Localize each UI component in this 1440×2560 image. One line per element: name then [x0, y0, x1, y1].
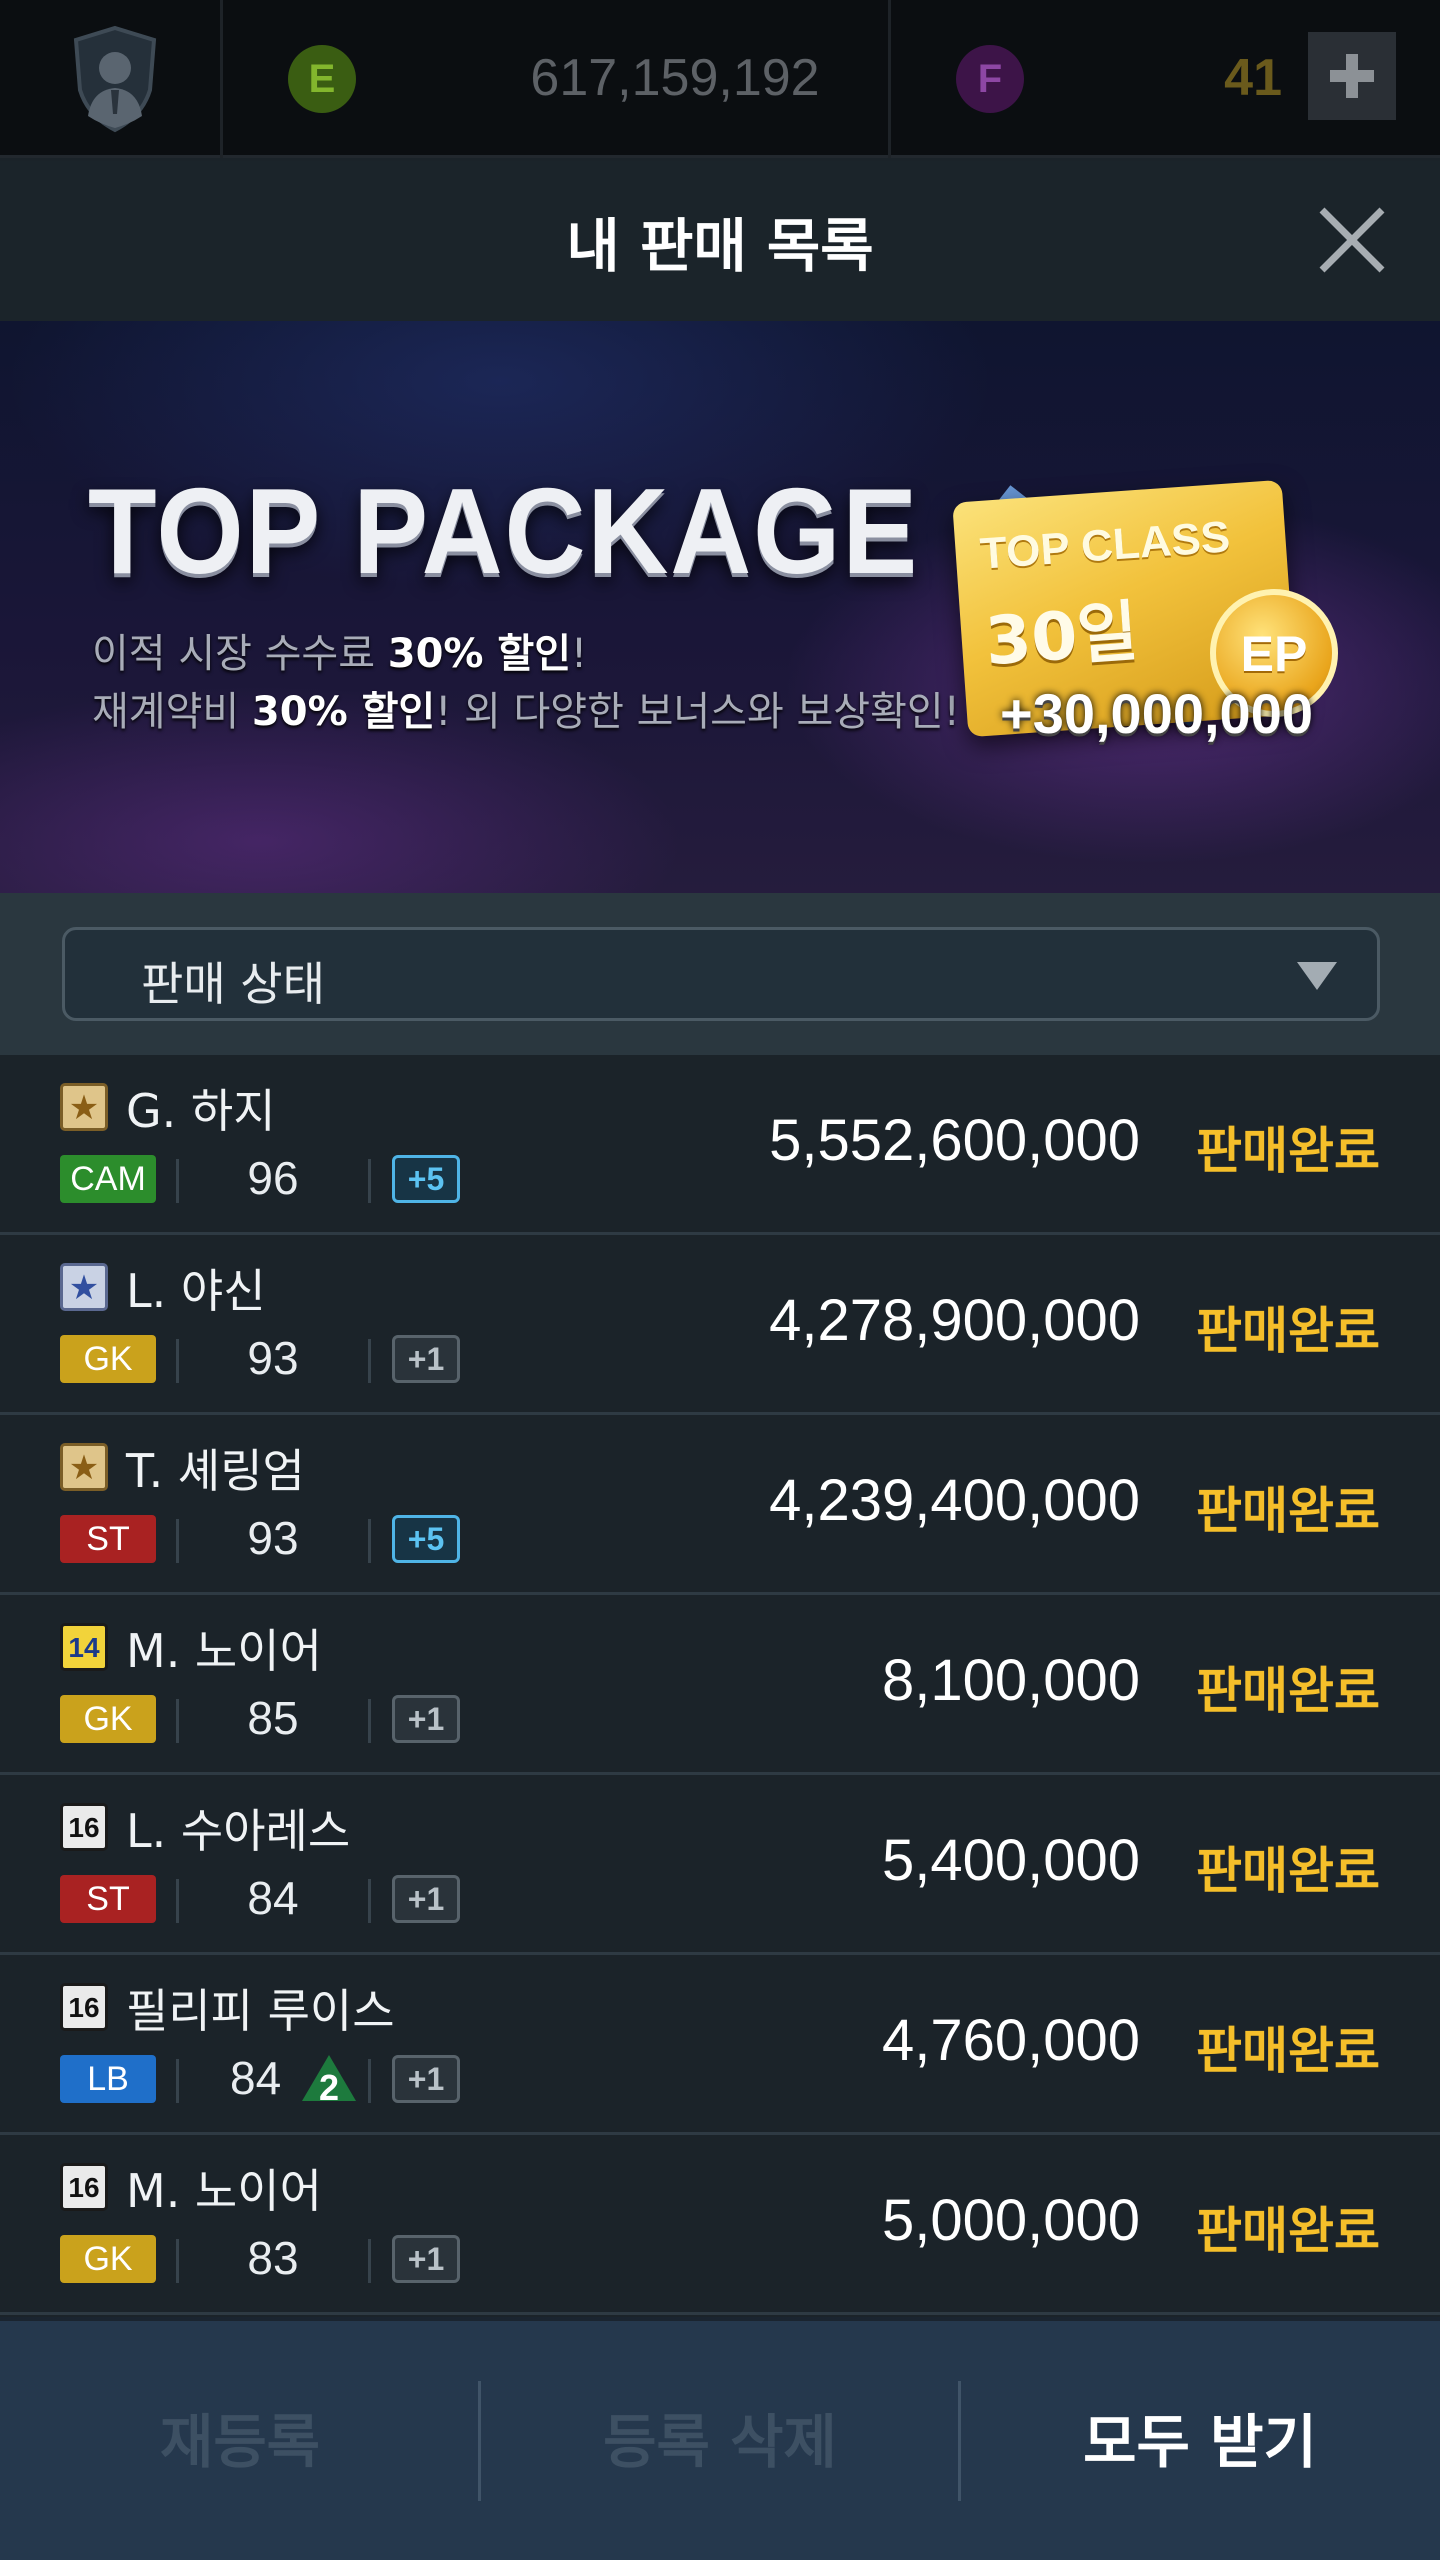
card-bonus: +30,000,000 [1000, 682, 1313, 745]
sale-price: 4,278,900,000 [769, 1288, 1140, 1353]
sale-price: 4,760,000 [881, 2008, 1140, 2073]
enhance-grade-badge: +5 [392, 1155, 460, 1203]
season-16-icon: 16 [60, 1983, 108, 2031]
divider [176, 2239, 179, 2283]
star-gold-icon: ★ [60, 1083, 108, 1131]
divider [176, 1519, 179, 1563]
filter-area: 판매 상태 [0, 893, 1440, 1055]
fc-amount: 41 [1224, 49, 1282, 107]
position-badge: ST [60, 1875, 156, 1923]
season-16-icon: 16 [60, 2163, 108, 2211]
sale-status: 판매완료 [1196, 1302, 1380, 1360]
position-badge: ST [60, 1515, 156, 1563]
ep-amount: 617,159,192 [530, 49, 820, 107]
manager-avatar-icon[interactable] [70, 24, 160, 134]
bottom-action-bar: 재등록 등록 삭제 모두 받기 [0, 2317, 1440, 2560]
close-icon[interactable] [1312, 200, 1392, 280]
page-title: 내 판매 목록 [566, 212, 874, 280]
sale-status: 판매완료 [1196, 1482, 1380, 1540]
banner-line-2: 재계약비 30% 할인! 외 다양한 보너스와 보상확인! [92, 689, 960, 735]
star-gold-icon: ★ [60, 1443, 108, 1491]
dropdown-label: 판매 상태 [141, 957, 325, 1011]
overall-rating: 85 [247, 1692, 299, 1744]
currency-bar: E 617,159,192 F 41 [0, 0, 1440, 158]
position-badge: GK [60, 1695, 156, 1743]
ovr-up-icon: 2 [302, 2055, 356, 2108]
divider [220, 0, 223, 158]
list-item[interactable]: 14 M. 노이어 GK 85 +1 8,100,000 판매완료 [0, 1595, 1440, 1775]
list-item[interactable]: 16 M. 노이어 GK 83 +1 5,000,000 판매완료 [0, 2135, 1440, 2315]
divider [368, 1519, 371, 1563]
sale-price: 5,400,000 [881, 1828, 1140, 1893]
ep-coin-icon: E [288, 45, 356, 113]
sale-price: 8,100,000 [881, 1648, 1140, 1713]
sale-status: 판매완료 [1196, 1662, 1380, 1720]
player-name: 필리피 루이스 [126, 1984, 395, 2038]
sale-status: 판매완료 [1196, 1842, 1380, 1900]
season-14-icon: 14 [60, 1623, 108, 1671]
card-days: 30일 [982, 592, 1141, 681]
list-item[interactable]: 16 필리피 루이스 LB 84 2 +1 4,760,000 판매완료 [0, 1955, 1440, 2135]
sale-price: 4,239,400,000 [769, 1468, 1140, 1533]
position-badge: CAM [60, 1155, 156, 1203]
list-item[interactable]: ★ G. 하지 CAM 96 +5 5,552,600,000 판매완료 [0, 1055, 1440, 1235]
divider [368, 1699, 371, 1743]
sale-status: 판매완료 [1196, 1122, 1380, 1180]
divider [368, 2059, 371, 2103]
add-currency-button[interactable] [1308, 32, 1396, 120]
receive-all-button[interactable]: 모두 받기 [960, 2321, 1440, 2560]
sale-status-dropdown[interactable]: 판매 상태 [62, 927, 1380, 1021]
player-name: M. 노이어 [126, 2164, 322, 2218]
divider [176, 1879, 179, 1923]
overall-rating: 93 [247, 1332, 299, 1384]
list-item[interactable]: ★ L. 야신 GK 93 +1 4,278,900,000 판매완료 [0, 1235, 1440, 1415]
player-name: G. 하지 [126, 1084, 276, 1138]
fc-coin-icon: F [956, 45, 1024, 113]
sale-list: ★ G. 하지 CAM 96 +5 5,552,600,000 판매완료 ★ L… [0, 1055, 1440, 2317]
enhance-grade-badge: +1 [392, 2235, 460, 2283]
divider [368, 1159, 371, 1203]
star-blue-icon: ★ [60, 1263, 108, 1311]
position-badge: GK [60, 2235, 156, 2283]
enhance-grade-badge: +5 [392, 1515, 460, 1563]
enhance-grade-badge: +1 [392, 1695, 460, 1743]
sale-status: 판매완료 [1196, 2202, 1380, 2260]
enhance-grade-badge: +1 [392, 1335, 460, 1383]
list-item[interactable]: 16 L. 수아레스 ST 84 +1 5,400,000 판매완료 [0, 1775, 1440, 1955]
top-package-banner[interactable]: TOP PACKAGE 이적 시장 수수료 30% 할인! 재계약비 30% 할… [0, 321, 1440, 893]
sale-status: 판매완료 [1196, 2022, 1380, 2080]
delete-listing-button[interactable]: 등록 삭제 [480, 2321, 960, 2560]
enhance-grade-badge: +1 [392, 1875, 460, 1923]
relist-button[interactable]: 재등록 [0, 2321, 480, 2560]
divider [368, 2239, 371, 2283]
sale-price: 5,000,000 [881, 2188, 1140, 2253]
enhance-grade-badge: +1 [392, 2055, 460, 2103]
season-16-icon: 16 [60, 1803, 108, 1851]
banner-title: TOP PACKAGE [88, 463, 920, 599]
overall-rating: 93 [247, 1512, 299, 1564]
list-item[interactable]: ★ T. 셰링엄 ST 93 +5 4,239,400,000 판매완료 [0, 1415, 1440, 1595]
divider [176, 2059, 179, 2103]
player-name: L. 수아레스 [126, 1804, 351, 1858]
banner-line-1: 이적 시장 수수료 30% 할인! [92, 631, 588, 677]
player-name: M. 노이어 [126, 1624, 322, 1678]
overall-rating: 84 [247, 1872, 299, 1924]
divider [176, 1159, 179, 1203]
title-bar: 내 판매 목록 [0, 161, 1440, 321]
player-name: T. 셰링엄 [126, 1444, 305, 1498]
position-badge: LB [60, 2055, 156, 2103]
divider [888, 0, 891, 158]
player-name: L. 야신 [126, 1264, 266, 1318]
chevron-down-icon [1297, 962, 1337, 990]
overall-rating: 83 [247, 2232, 299, 2284]
overall-rating: 96 [247, 1152, 299, 1204]
sale-price: 5,552,600,000 [769, 1108, 1140, 1173]
divider [176, 1699, 179, 1743]
position-badge: GK [60, 1335, 156, 1383]
divider [176, 1339, 179, 1383]
divider [368, 1339, 371, 1383]
divider [368, 1879, 371, 1923]
